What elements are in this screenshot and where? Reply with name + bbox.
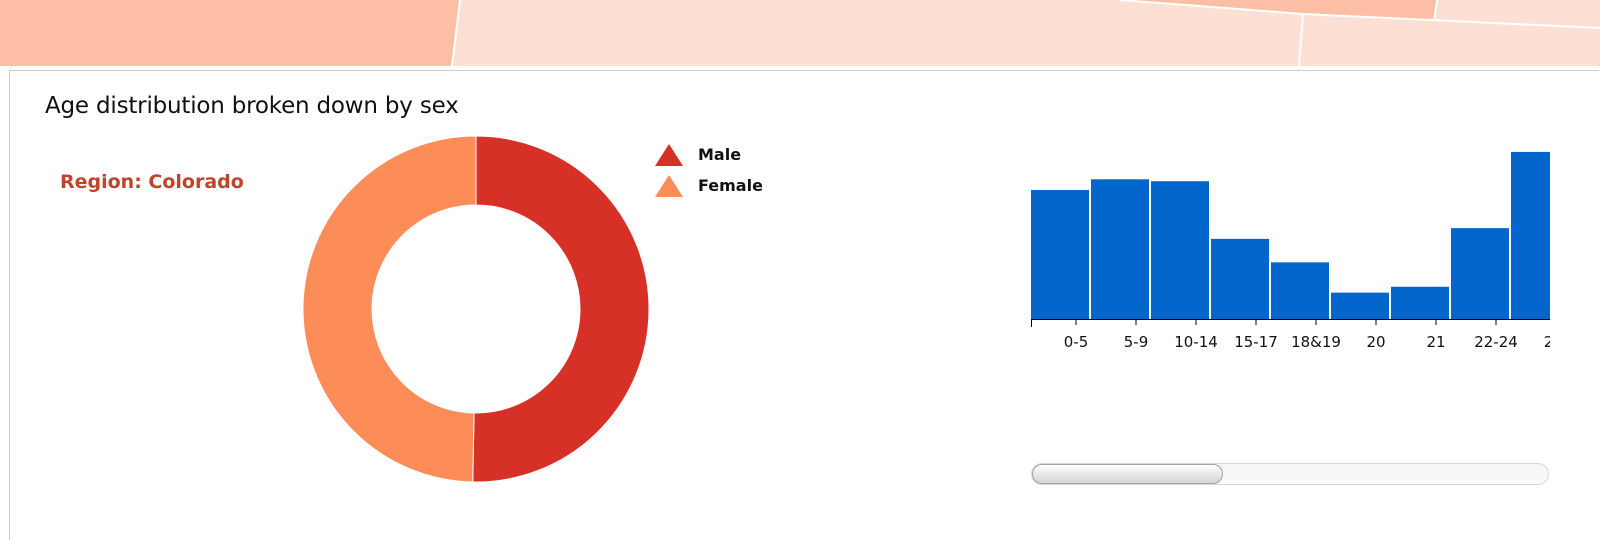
sex-donut-chart — [302, 135, 650, 483]
donut-legend: Male Female — [654, 139, 763, 201]
legend-label-female: Female — [698, 176, 763, 195]
panel-title: Age distribution broken down by sex — [45, 93, 459, 119]
x-tick-label: 22-24 — [1474, 333, 1518, 351]
triangle-icon — [655, 143, 683, 166]
x-tick-label: 15-17 — [1234, 333, 1278, 351]
histogram-bar-20[interactable] — [1331, 292, 1389, 319]
scrollbar-thumb[interactable] — [1032, 464, 1223, 484]
legend-marker-female — [655, 174, 683, 197]
age-histogram-chart: 0-5 5-9 10-14 15-17 18&19 20 21 22-24 25- — [1031, 151, 1550, 351]
histogram-bar-5-9[interactable] — [1091, 179, 1149, 319]
region-label: Region: Colorado — [60, 171, 244, 193]
donut-slice-female[interactable] — [302, 135, 477, 483]
map-region-center[interactable] — [452, 0, 1303, 66]
x-tick-label: 21 — [1426, 333, 1445, 351]
x-tick-label: 10-14 — [1174, 333, 1218, 351]
region-map-strip[interactable] — [0, 0, 1600, 66]
legend-label-male: Male — [698, 145, 742, 164]
histogram-bar-22-24[interactable] — [1451, 228, 1509, 319]
x-tick-label: 18&19 — [1291, 333, 1341, 351]
triangle-icon — [655, 174, 683, 197]
legend-item-male[interactable]: Male — [654, 139, 763, 170]
x-tick-label: 0-5 — [1064, 333, 1089, 351]
legend-item-female[interactable]: Female — [654, 170, 763, 201]
x-tick-label: 5-9 — [1124, 333, 1149, 351]
histogram-bar-25-[interactable] — [1511, 151, 1550, 319]
histogram-bar-10-14[interactable] — [1151, 181, 1209, 319]
histogram-bar-0-5[interactable] — [1031, 190, 1089, 319]
histogram-bar-18-19[interactable] — [1271, 262, 1329, 319]
histogram-bar-21[interactable] — [1391, 286, 1449, 319]
legend-marker-male — [655, 143, 683, 166]
histogram-x-axis: 0-5 5-9 10-14 15-17 18&19 20 21 22-24 25- — [1031, 319, 1550, 351]
age-distribution-panel: Age distribution broken down by sex Regi… — [9, 70, 1599, 540]
histogram-bar-15-17[interactable] — [1211, 238, 1269, 319]
histogram-scrollbar[interactable] — [1031, 463, 1549, 485]
map-region-west[interactable] — [0, 0, 460, 66]
x-tick-label: 20 — [1366, 333, 1385, 351]
x-tick-label: 25- — [1544, 333, 1550, 351]
donut-slice-male[interactable] — [472, 135, 650, 483]
